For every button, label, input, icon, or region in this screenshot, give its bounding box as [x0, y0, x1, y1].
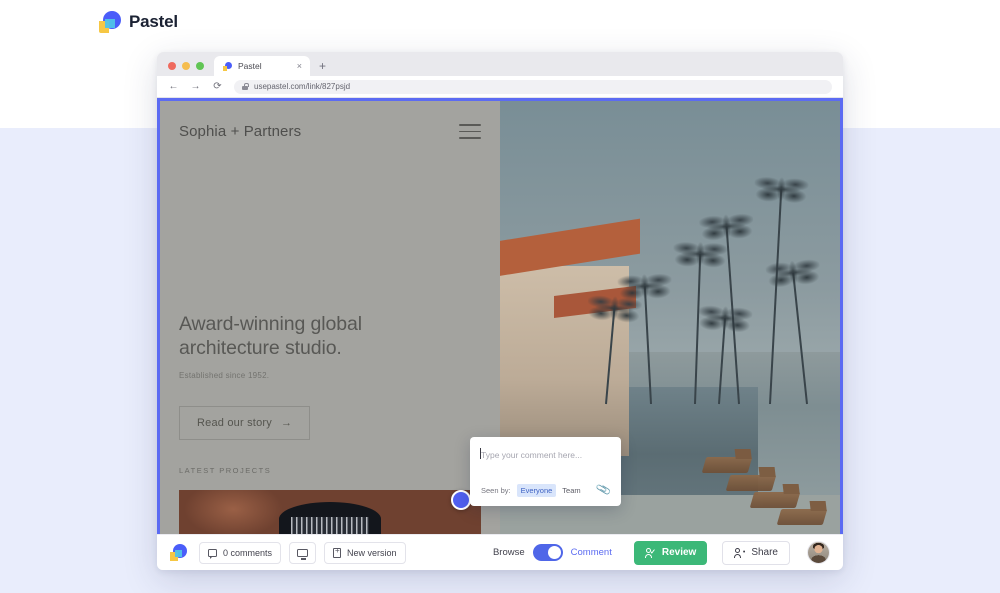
audience-everyone-option[interactable]: Everyone [517, 484, 557, 497]
minimize-window-dot[interactable] [182, 62, 190, 70]
site-subhead: Established since 1952. [179, 371, 481, 380]
comment-placeholder: Type your comment here... [481, 450, 582, 460]
read-our-story-button[interactable]: Read our story → [179, 406, 310, 440]
browser-tab[interactable]: Pastel × [214, 56, 310, 76]
new-tab-icon[interactable]: + [310, 60, 335, 76]
photo-lounger [726, 475, 777, 491]
comment-popup-footer: Seen by: Everyone Team 📎 [470, 484, 621, 506]
person-check-icon: ✓ [645, 548, 656, 558]
review-viewport: Sophia + Partners Award-winning global a… [157, 98, 843, 534]
site-logo[interactable]: Sophia + Partners [179, 123, 301, 140]
close-icon[interactable]: × [297, 62, 302, 71]
pastel-favicon-icon [223, 62, 232, 71]
text-caret [480, 448, 481, 459]
latest-projects-label: LATEST PROJECTS [179, 466, 271, 475]
photo-lounger [749, 492, 800, 508]
comment-bubble-icon [208, 549, 217, 557]
site-hero: Award-winning global architecture studio… [179, 313, 481, 440]
read-our-story-label: Read our story [197, 417, 272, 429]
photo-lounger [702, 457, 753, 473]
comments-label: 0 comments [223, 548, 272, 558]
new-version-button[interactable]: New version [324, 542, 406, 564]
avatar[interactable] [807, 541, 830, 564]
new-version-label: New version [347, 548, 397, 558]
browser-tabstrip: Pastel × + [157, 52, 843, 76]
mode-toggle-switch[interactable] [533, 544, 563, 561]
tab-title: Pastel [238, 61, 291, 71]
share-label: Share [751, 547, 778, 558]
back-icon[interactable]: ← [168, 82, 179, 92]
brand-name: Pastel [129, 12, 178, 32]
brand: Pastel [99, 11, 178, 33]
device-preview-button[interactable] [289, 542, 316, 564]
project-image [179, 490, 481, 534]
site-navbar: Sophia + Partners [179, 101, 481, 140]
comment-input[interactable]: Type your comment here... [470, 437, 621, 484]
mode-toggle-group: Browse Comment [493, 544, 612, 561]
comment-mode-label[interactable]: Comment [571, 547, 612, 558]
pastel-logo-icon[interactable] [170, 544, 187, 561]
paperclip-icon[interactable]: 📎 [596, 483, 612, 498]
audience-team-option[interactable]: Team [562, 486, 580, 495]
window-controls [157, 62, 214, 76]
forward-icon[interactable]: → [190, 82, 201, 92]
comment-popup: Type your comment here... Seen by: Every… [470, 437, 621, 506]
maximize-window-dot[interactable] [196, 62, 204, 70]
photo-lounger [777, 509, 828, 525]
share-button[interactable]: • Share [722, 541, 790, 565]
review-button[interactable]: ✓ Review [634, 541, 707, 565]
seen-by-label: Seen by: [481, 486, 511, 495]
close-window-dot[interactable] [168, 62, 176, 70]
desktop-monitor-icon [297, 549, 308, 557]
comment-pin-marker[interactable] [451, 490, 471, 510]
browser-window: Pastel × + ← → ⟳ usepastel.com/link/827p… [157, 52, 843, 570]
site-left-panel: Sophia + Partners Award-winning global a… [160, 101, 500, 534]
arrow-right-icon: → [281, 417, 292, 429]
file-plus-icon [333, 548, 341, 558]
headline-line-1: Award-winning global [179, 313, 362, 335]
browse-mode-label[interactable]: Browse [493, 547, 525, 558]
review-label: Review [662, 547, 696, 558]
headline-line-2: architecture studio. [179, 337, 342, 359]
comments-button[interactable]: 0 comments [199, 542, 281, 564]
lock-icon [242, 83, 248, 90]
project-thumbnail[interactable] [179, 490, 481, 534]
people-icon: • [734, 548, 745, 558]
reload-icon[interactable]: ⟳ [212, 82, 223, 92]
hamburger-menu-icon[interactable] [459, 124, 481, 139]
pastel-logo-icon [99, 11, 121, 33]
url-text: usepastel.com/link/827psjd [254, 82, 350, 91]
browser-urlbar: ← → ⟳ usepastel.com/link/827psjd [157, 76, 843, 98]
pastel-toolbar: 0 comments New version Browse Comment ✓ … [157, 534, 843, 570]
site-headline: Award-winning global architecture studio… [179, 313, 481, 361]
url-input[interactable]: usepastel.com/link/827psjd [234, 80, 832, 94]
